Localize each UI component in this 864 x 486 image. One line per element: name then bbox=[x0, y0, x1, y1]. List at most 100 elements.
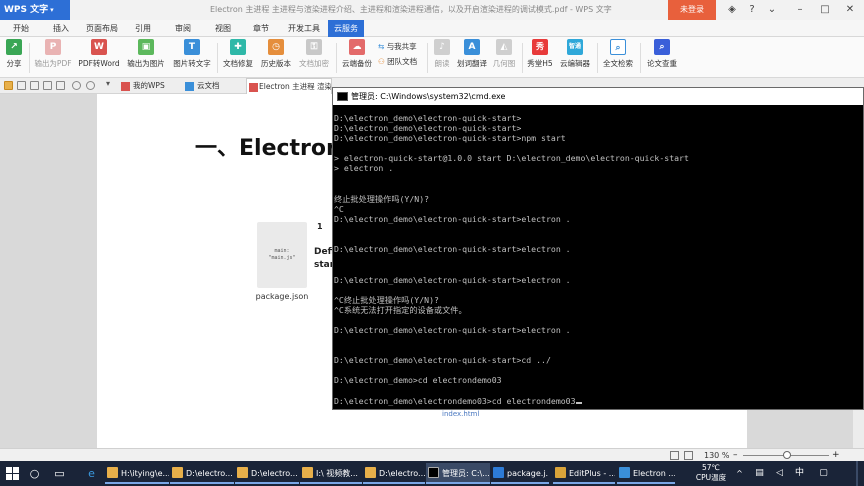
ribbon-divider bbox=[522, 43, 523, 73]
open-folder-icon[interactable] bbox=[4, 81, 13, 90]
cmd-output[interactable]: D:\electron_demo\electron-quick-start> D:… bbox=[334, 113, 862, 409]
task-view-icon[interactable]: ▭ bbox=[52, 466, 67, 481]
window-title: Electron 主进程 主进程与渲染进程介绍、主进程和渲染进程通信，以及开启渲… bbox=[210, 5, 612, 14]
tab-home[interactable]: 开始 bbox=[6, 20, 36, 37]
history-button[interactable]: ◷ 历史版本 bbox=[258, 39, 294, 75]
cmd-window[interactable]: 管理员: C:\Windows\system32\cmd.exe D:\elec… bbox=[332, 87, 864, 410]
redo-icon[interactable] bbox=[86, 81, 95, 90]
edge-icon[interactable]: e bbox=[84, 466, 99, 481]
cloud-editor-icon: 智通 bbox=[567, 39, 583, 55]
export-pdf-button[interactable]: P 输出为PDF bbox=[32, 39, 74, 75]
tab-references[interactable]: 引用 bbox=[128, 20, 158, 37]
image-to-text-icon: T bbox=[184, 39, 200, 55]
export-icon[interactable] bbox=[56, 81, 65, 90]
taskbar-item-cmd[interactable]: 管理员: C:\... bbox=[426, 463, 490, 484]
cpu-temperature: 57℃ CPU温度 bbox=[694, 463, 728, 483]
show-desktop-button[interactable] bbox=[856, 461, 858, 486]
xiutang-label: 秀堂H5 bbox=[527, 59, 553, 68]
search-icon[interactable]: ○ bbox=[27, 466, 42, 481]
cmd-line: ^C bbox=[334, 203, 344, 214]
taskbar-item-label: EditPlus - ... bbox=[569, 469, 615, 478]
export-image-button[interactable]: ▣ 输出为图片 bbox=[124, 39, 168, 75]
close-icon[interactable]: ✕ bbox=[840, 0, 860, 20]
tab-developer[interactable]: 开发工具 bbox=[284, 20, 324, 37]
outline-view-icon[interactable] bbox=[684, 451, 693, 460]
geometry-button[interactable]: ◭ 几何图 bbox=[490, 39, 518, 75]
cmd-line bbox=[334, 285, 862, 295]
xiutang-icon: 秀 bbox=[532, 39, 548, 55]
paper-check-icon: ⌕ bbox=[654, 39, 670, 55]
status-bar: 130 % – + bbox=[0, 448, 864, 461]
notification-icon[interactable]: ▢ bbox=[816, 466, 831, 481]
team-icon: ⚇ bbox=[378, 57, 385, 66]
taskbar-item[interactable]: Electron ... bbox=[617, 463, 675, 484]
chevron-up-icon[interactable]: ^ bbox=[732, 466, 747, 481]
cmd-line: > electron . bbox=[334, 163, 394, 174]
cloud-backup-button[interactable]: ☁ 云端备份 bbox=[340, 39, 374, 75]
page-view-icon[interactable] bbox=[670, 451, 679, 460]
tab-cloud-docs-label: 云文档 bbox=[197, 81, 220, 90]
paper-check-button[interactable]: ⌕ 论文查重 bbox=[644, 39, 680, 75]
save-icon[interactable] bbox=[17, 81, 26, 90]
tab-current-document[interactable]: Electron 主进程 渲染进程介绍 … bbox=[246, 78, 332, 94]
taskbar-item[interactable]: package.j... bbox=[491, 463, 549, 484]
skin-icon[interactable]: ◈ bbox=[722, 0, 742, 20]
translate-button[interactable]: A 划词翻译 bbox=[456, 39, 488, 75]
doc-encrypt-label: 文档加密 bbox=[299, 59, 329, 68]
pdf-to-word-icon: W bbox=[91, 39, 107, 55]
taskbar-item[interactable]: D:\electro... bbox=[170, 463, 234, 484]
taskbar-item[interactable]: I:\ 视频教... bbox=[300, 463, 362, 484]
cmd-line: > electron-quick-start@1.0.0 start D:\el… bbox=[334, 153, 689, 164]
xiutang-h5-button[interactable]: 秀秀堂H5 bbox=[525, 39, 555, 75]
team-docs-button[interactable]: ⚇ 团队文档 bbox=[378, 55, 417, 68]
taskbar-item-label: I:\ 视频教... bbox=[316, 469, 358, 478]
cloud-editor-button[interactable]: 智通 云编辑器 bbox=[557, 39, 593, 75]
diagram-code-text: main: "main.js" bbox=[268, 248, 296, 261]
cmd-line: D:\electron_demo>cd electrondemo03 bbox=[334, 375, 502, 386]
cmd-line: D:\electron_demo\electron-quick-start>el… bbox=[334, 324, 571, 335]
ribbon-divider bbox=[597, 43, 598, 73]
chevron-down-icon[interactable]: ▾ bbox=[106, 79, 110, 88]
doc-encrypt-button[interactable]: ⚿ 文档加密 bbox=[296, 39, 332, 75]
tab-insert[interactable]: 插入 bbox=[46, 20, 76, 37]
pdf-to-word-button[interactable]: W PDF转Word bbox=[76, 39, 122, 75]
repair-icon: ✚ bbox=[230, 39, 246, 55]
cmd-line bbox=[334, 254, 862, 264]
text-cursor bbox=[575, 401, 582, 404]
cmd-line: D:\electron_demo\electron-quick-start>el… bbox=[334, 244, 571, 255]
zoom-slider-handle[interactable] bbox=[783, 451, 791, 459]
undo-icon[interactable] bbox=[72, 81, 81, 90]
taskbar-item[interactable]: D:\electro... bbox=[363, 463, 425, 484]
tab-my-wps[interactable]: 我的WPS bbox=[121, 78, 165, 94]
volume-icon[interactable]: ◁ bbox=[772, 466, 787, 481]
ime-icon[interactable]: 中 bbox=[792, 466, 807, 481]
tab-page-layout[interactable]: 页面布局 bbox=[82, 20, 122, 37]
taskbar-item[interactable]: EditPlus - ... bbox=[553, 463, 615, 484]
menu-icon[interactable]: ⌄ bbox=[762, 0, 782, 20]
microphone-icon: ♪ bbox=[434, 39, 450, 55]
tab-cloud-docs[interactable]: 云文档 bbox=[185, 78, 220, 94]
minimize-icon[interactable]: – bbox=[790, 0, 810, 20]
read-aloud-button[interactable]: ♪ 朗读 bbox=[430, 39, 454, 75]
cmd-title-bar[interactable]: 管理员: C:\Windows\system32\cmd.exe bbox=[333, 88, 863, 105]
tab-view[interactable]: 视图 bbox=[208, 20, 238, 37]
full-search-button[interactable]: ⌕ 全文检索 bbox=[600, 39, 636, 75]
taskbar-item[interactable]: H:\itying\e... bbox=[105, 463, 169, 484]
taskbar-item[interactable]: D:\electro... bbox=[235, 463, 299, 484]
tab-review[interactable]: 审阅 bbox=[168, 20, 198, 37]
share-button[interactable]: ↗ 分享 bbox=[2, 39, 26, 75]
image-to-text-button[interactable]: T 图片转文字 bbox=[170, 39, 214, 75]
login-button[interactable]: 未登录 bbox=[668, 0, 716, 20]
doc-repair-button[interactable]: ✚ 文档修复 bbox=[220, 39, 256, 75]
share-with-me-button[interactable]: ⇆ 与我共享 bbox=[378, 40, 417, 53]
print-preview-icon[interactable] bbox=[43, 81, 52, 90]
print-icon[interactable] bbox=[30, 81, 39, 90]
network-icon[interactable]: ▤ bbox=[752, 466, 767, 481]
wps-app-menu-button[interactable]: WPS 文字 ▾ bbox=[0, 0, 70, 20]
tab-cloud-service[interactable]: 云服务 bbox=[328, 20, 364, 37]
help-icon[interactable]: ? bbox=[742, 0, 762, 20]
code-editor-icon bbox=[493, 467, 504, 478]
maximize-icon[interactable]: □ bbox=[815, 0, 835, 20]
tab-chapter[interactable]: 章节 bbox=[246, 20, 276, 37]
windows-start-icon[interactable] bbox=[6, 467, 19, 480]
